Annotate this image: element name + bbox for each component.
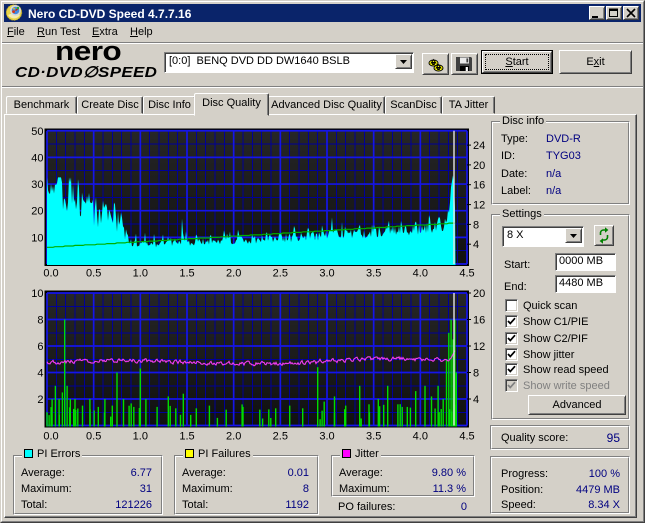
svg-text:4: 4 xyxy=(37,368,43,380)
svg-text:3.0: 3.0 xyxy=(319,268,334,280)
svg-text:50: 50 xyxy=(31,126,43,138)
svg-text:24: 24 xyxy=(473,140,485,152)
svg-text:0.0: 0.0 xyxy=(43,268,58,280)
svg-text:4.0: 4.0 xyxy=(413,268,428,280)
svg-text:4.0: 4.0 xyxy=(413,431,428,443)
svg-text:3.0: 3.0 xyxy=(319,431,334,443)
svg-text:30: 30 xyxy=(31,179,43,191)
svg-text:16: 16 xyxy=(473,315,485,327)
svg-text:0.5: 0.5 xyxy=(86,268,101,280)
svg-text:20: 20 xyxy=(473,160,485,172)
svg-text:8: 8 xyxy=(37,315,43,327)
svg-text:4: 4 xyxy=(473,239,479,251)
svg-text:6: 6 xyxy=(37,341,43,353)
svg-text:2.0: 2.0 xyxy=(226,431,241,443)
svg-text:12: 12 xyxy=(473,200,485,212)
svg-text:40: 40 xyxy=(31,152,43,164)
svg-text:1.5: 1.5 xyxy=(179,268,194,280)
svg-text:0.0: 0.0 xyxy=(43,431,58,443)
svg-text:1.0: 1.0 xyxy=(133,268,148,280)
svg-text:1.0: 1.0 xyxy=(133,431,148,443)
svg-text:2: 2 xyxy=(37,394,43,406)
svg-text:16: 16 xyxy=(473,180,485,192)
svg-text:12: 12 xyxy=(473,341,485,353)
svg-text:4: 4 xyxy=(473,394,479,406)
svg-text:3.5: 3.5 xyxy=(366,268,381,280)
svg-text:4.5: 4.5 xyxy=(459,431,474,443)
svg-text:2.5: 2.5 xyxy=(273,268,288,280)
svg-text:0.5: 0.5 xyxy=(86,431,101,443)
svg-text:10: 10 xyxy=(31,288,43,300)
svg-text:20: 20 xyxy=(31,206,43,218)
svg-text:8: 8 xyxy=(473,219,479,231)
svg-text:3.5: 3.5 xyxy=(366,431,381,443)
svg-text:10: 10 xyxy=(31,232,43,244)
svg-text:4.5: 4.5 xyxy=(459,268,474,280)
svg-text:2.0: 2.0 xyxy=(226,268,241,280)
svg-text:2.5: 2.5 xyxy=(273,431,288,443)
svg-text:8: 8 xyxy=(473,368,479,380)
svg-text:20: 20 xyxy=(473,288,485,300)
svg-text:1.5: 1.5 xyxy=(179,431,194,443)
